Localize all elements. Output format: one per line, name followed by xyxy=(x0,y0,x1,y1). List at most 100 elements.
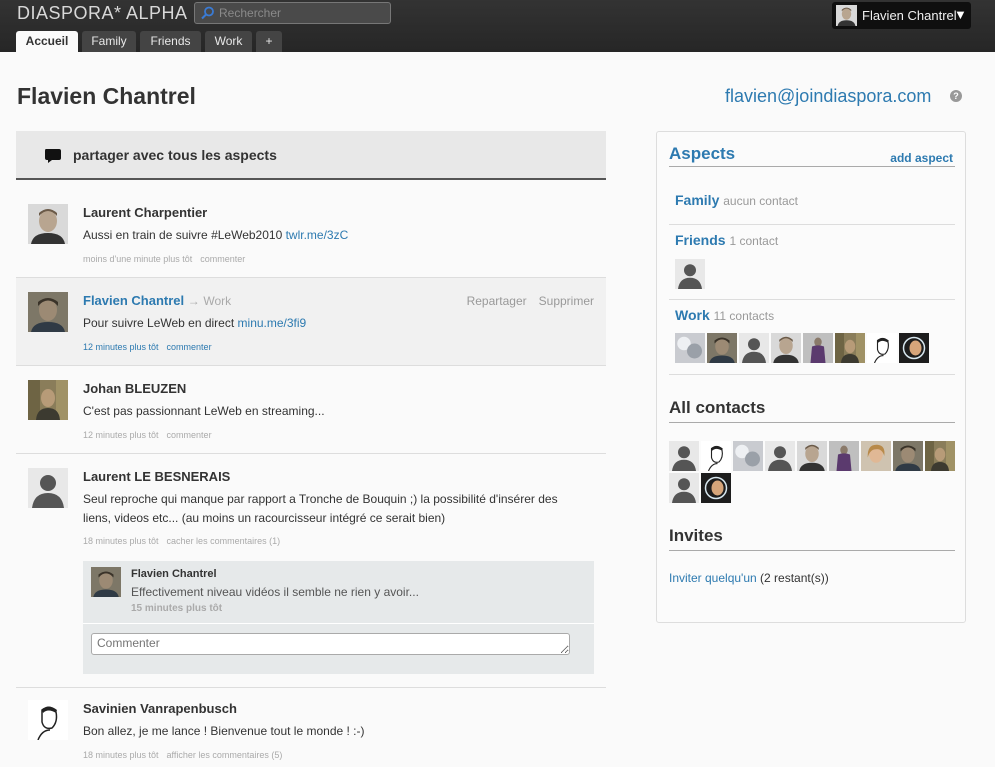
avatar[interactable] xyxy=(28,204,68,244)
avatar[interactable] xyxy=(28,292,68,332)
post: Savinien Vanrapenbusch Bon allez, je me … xyxy=(16,688,606,767)
post-meta: 12 minutes plus tôt commenter xyxy=(83,342,212,352)
share-box[interactable]: partager avec tous les aspects xyxy=(16,131,606,180)
search-input[interactable] xyxy=(219,5,384,21)
post-time: moins d'une minute plus tôt xyxy=(83,254,193,264)
comment-text: Effectivement niveau vidéos il semble ne… xyxy=(131,585,419,599)
contact-thumbnail[interactable] xyxy=(707,333,737,363)
post-meta: 18 minutes plus tôt cacher les commentair… xyxy=(83,536,280,546)
search-icon xyxy=(201,6,214,20)
post: Johan BLEUZEN C'est pas passionnant LeWe… xyxy=(16,366,606,454)
page-title: Flavien Chantrel xyxy=(17,83,196,109)
show-comments-link[interactable]: afficher les commentaires (5) xyxy=(167,750,283,760)
contact-thumbnail[interactable] xyxy=(669,441,699,471)
contact-thumbnail[interactable] xyxy=(893,441,923,471)
contact-thumbnail[interactable] xyxy=(675,333,705,363)
contact-thumbnail[interactable] xyxy=(867,333,897,363)
post: Laurent Charpentier Aussi en train de su… xyxy=(16,190,606,278)
top-navigation-bar: DIASPORA* ALPHA Flavien Chantrel ▼ Accue… xyxy=(0,0,995,53)
contact-thumbnail[interactable] xyxy=(797,441,827,471)
post-link[interactable]: minu.me/3fi9 xyxy=(238,316,307,330)
user-handle[interactable]: flavien@joindiaspora.com xyxy=(725,86,931,107)
tab-work[interactable]: Work xyxy=(205,31,252,52)
help-icon[interactable]: ? xyxy=(950,90,962,102)
post: Flavien Chantrel → Work Repartager Suppri… xyxy=(16,278,606,366)
tab-family[interactable]: Family xyxy=(82,31,136,52)
contact-thumbnail[interactable] xyxy=(701,473,731,503)
post-author[interactable]: Laurent LE BESNERAIS xyxy=(83,469,230,484)
contact-thumbnail[interactable] xyxy=(669,473,699,503)
tab-add-aspect[interactable]: + xyxy=(256,31,282,52)
post-actions: Repartager Supprimer xyxy=(455,294,594,308)
avatar[interactable] xyxy=(28,468,68,508)
contact-thumbnail[interactable] xyxy=(739,333,769,363)
post-author[interactable]: Flavien Chantrel → Work xyxy=(83,293,231,308)
invites-title: Invites xyxy=(669,526,723,545)
post-time: 12 minutes plus tôt xyxy=(83,430,159,440)
post-link[interactable]: twlr.me/3zC xyxy=(286,228,349,242)
contact-thumbnail[interactable] xyxy=(733,441,763,471)
comments-section: Flavien Chantrel Effectivement niveau vi… xyxy=(83,561,594,674)
comment-link[interactable]: commenter xyxy=(200,254,245,264)
post-text: Seul reproche qui manque par rapport a T… xyxy=(83,492,558,525)
contact-thumbnail[interactable] xyxy=(861,441,891,471)
comment-link[interactable]: commenter xyxy=(167,342,212,352)
divider xyxy=(669,224,955,225)
divider xyxy=(669,299,955,300)
tab-friends[interactable]: Friends xyxy=(140,31,201,52)
post-text: Pour suivre LeWeb en direct minu.me/3fi9 xyxy=(83,316,307,330)
contact-thumbnail[interactable] xyxy=(835,333,865,363)
arrow-right-icon: → xyxy=(187,294,200,308)
contact-thumbnail[interactable] xyxy=(675,259,705,289)
aspect-work[interactable]: Work 11 contacts xyxy=(675,307,774,323)
comment-time: 15 minutes plus tôt xyxy=(131,603,223,614)
invite-link[interactable]: Inviter quelqu'un xyxy=(669,571,757,585)
post-author[interactable]: Johan BLEUZEN xyxy=(83,381,186,396)
tab-accueil[interactable]: Accueil xyxy=(16,31,78,53)
all-contacts-title: All contacts xyxy=(669,398,766,417)
post-author[interactable]: Laurent Charpentier xyxy=(83,205,207,220)
reshare-button[interactable]: Repartager xyxy=(467,294,527,308)
avatar[interactable] xyxy=(28,380,68,420)
invite-remaining: (2 restant(s)) xyxy=(756,571,829,585)
post-time: 18 minutes plus tôt xyxy=(83,750,159,760)
contact-thumbnail[interactable] xyxy=(771,333,801,363)
comment-link[interactable]: commenter xyxy=(167,430,212,440)
avatar[interactable] xyxy=(28,700,68,740)
post-text: Aussi en train de suivre #LeWeb2010 twlr… xyxy=(83,228,349,242)
contact-thumbnail[interactable] xyxy=(925,441,955,471)
contact-thumbnail[interactable] xyxy=(899,333,929,363)
post-time: 18 minutes plus tôt xyxy=(83,536,159,546)
speech-bubble-icon xyxy=(45,149,61,163)
post-text: Bon allez, je me lance ! Bienvenue tout … xyxy=(83,724,365,738)
contact-thumbnail[interactable] xyxy=(765,441,795,471)
search-box[interactable] xyxy=(194,2,391,24)
comment-input[interactable] xyxy=(91,633,570,655)
post-meta: 12 minutes plus tôt commenter xyxy=(83,430,212,440)
user-avatar xyxy=(836,5,857,26)
divider xyxy=(669,550,955,551)
post-author[interactable]: Savinien Vanrapenbusch xyxy=(83,701,237,716)
contact-thumbnail[interactable] xyxy=(803,333,833,363)
user-menu-button[interactable]: Flavien Chantrel ▼ xyxy=(832,2,971,29)
aspect-friends[interactable]: Friends 1 contact xyxy=(675,232,778,248)
delete-button[interactable]: Supprimer xyxy=(539,294,594,308)
share-label: partager avec tous les aspects xyxy=(73,147,277,163)
hide-comments-link[interactable]: cacher les commentaires (1) xyxy=(167,536,281,546)
aspects-title[interactable]: Aspects xyxy=(669,144,735,164)
chevron-down-icon: ▼ xyxy=(954,7,967,22)
post-meta: moins d'une minute plus tôt commenter xyxy=(83,254,245,264)
contact-thumbnail[interactable] xyxy=(701,441,731,471)
divider xyxy=(669,422,955,423)
divider xyxy=(669,166,955,167)
diaspora-logo[interactable]: DIASPORA* ALPHA xyxy=(17,3,188,24)
divider xyxy=(669,374,955,375)
aspect-family[interactable]: Family aucun contact xyxy=(675,192,798,208)
comment-divider xyxy=(83,623,594,624)
contact-thumbnail[interactable] xyxy=(829,441,859,471)
post-meta: 18 minutes plus tôt afficher les commenta… xyxy=(83,750,282,760)
add-aspect-link[interactable]: add aspect xyxy=(890,151,953,165)
comment-author[interactable]: Flavien Chantrel xyxy=(131,568,217,580)
post-time[interactable]: 12 minutes plus tôt xyxy=(83,342,159,352)
comment-avatar[interactable] xyxy=(91,567,121,597)
